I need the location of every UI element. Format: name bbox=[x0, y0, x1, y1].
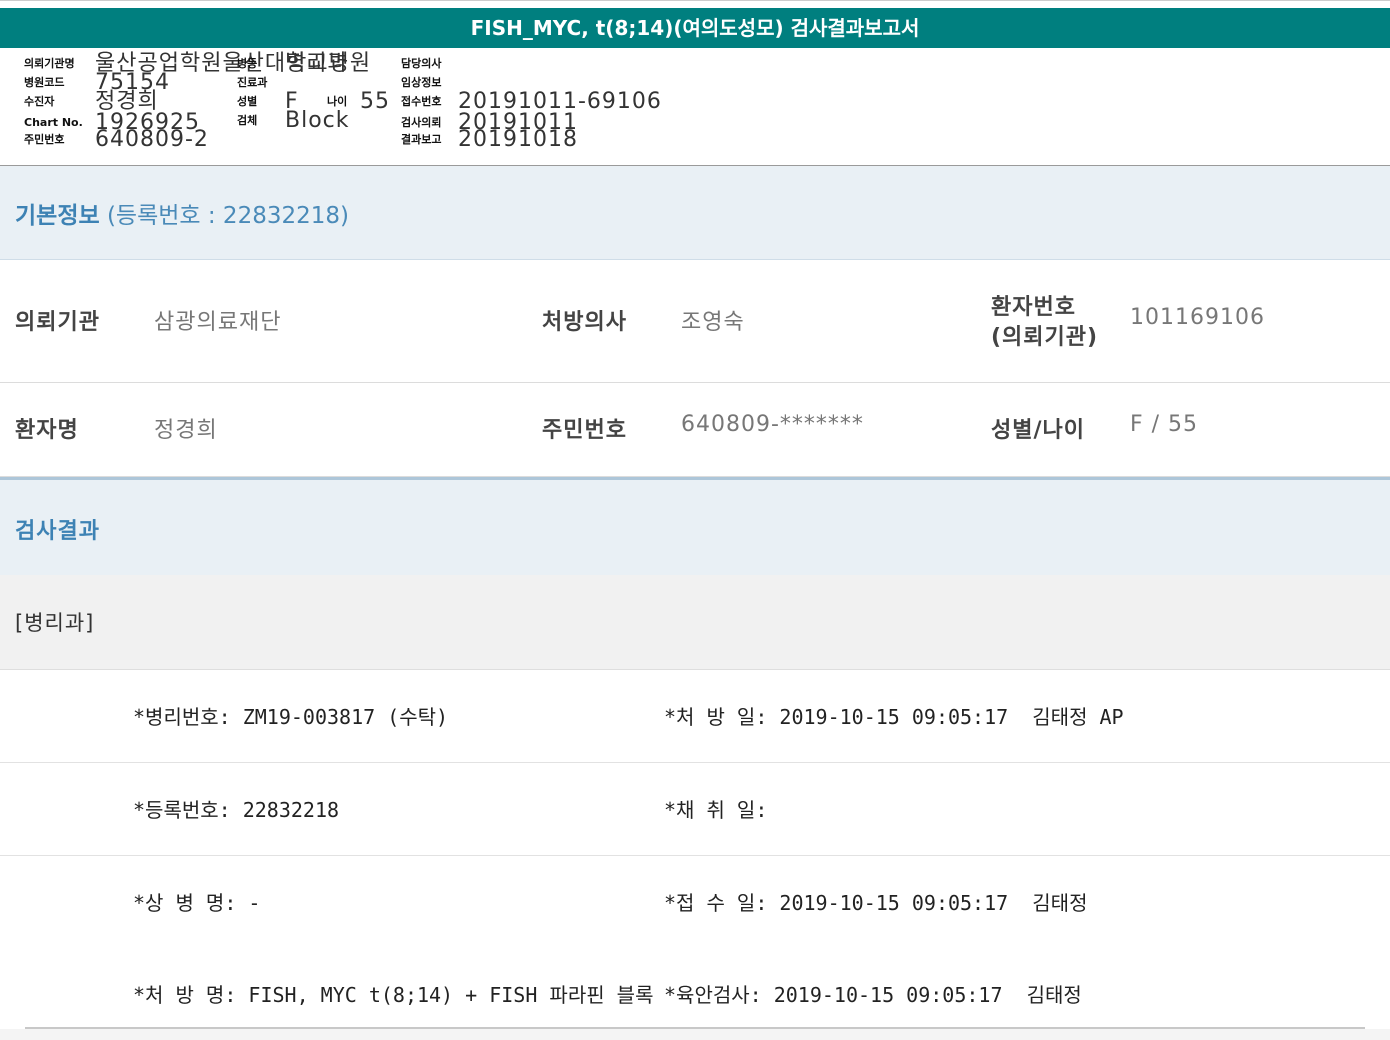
receipt-date: *접 수 일: 2019-10-15 09:05:17 김태정 bbox=[664, 891, 1088, 915]
recipient-value: 정경희 bbox=[95, 89, 159, 114]
report-header: 의뢰기관명 울산공업학원울산대학교병원 병원코드 75154 수진자 정경희 C… bbox=[0, 48, 1390, 166]
results-section: 검사결과 bbox=[0, 477, 1390, 578]
rrn-value: 640809-2 bbox=[95, 127, 209, 152]
requester-label: 의뢰기관 bbox=[15, 310, 100, 335]
ward-label: 병동 bbox=[237, 57, 258, 70]
result-row: *상 병 명: - *접 수 일: 2019-10-15 09:05:17 김태… bbox=[0, 856, 1390, 949]
clinical-label: 임상정보 bbox=[401, 76, 442, 89]
rrn-value-main: 640809-******* bbox=[681, 412, 864, 437]
chart-label: Chart No. bbox=[24, 116, 83, 129]
report-date-label: 결과보고 bbox=[401, 133, 442, 146]
department-row: [병리과] bbox=[0, 575, 1390, 670]
sex-age-label: 성별/나이 bbox=[991, 418, 1085, 443]
result-row: *등록번호: 22832218 *채 취 일: bbox=[0, 763, 1390, 856]
ward-value: 병리과 bbox=[285, 51, 349, 76]
sex-label: 성별 bbox=[237, 95, 258, 108]
age-label: 나이 bbox=[327, 95, 348, 108]
request-label: 검사의뢰 bbox=[401, 116, 442, 129]
order-name: *처 방 명: FISH, MYC t(8;14) + FISH 파라핀 블록 bbox=[133, 983, 654, 1007]
gross-exam-date: *육안검사: 2019-10-15 09:05:17 김태정 bbox=[664, 983, 1082, 1007]
prescriber-label: 처방의사 bbox=[542, 310, 627, 335]
basic-info-heading: 기본정보 (등록번호 : 22832218) bbox=[15, 196, 349, 230]
specimen-value: Block bbox=[285, 108, 350, 133]
results-title: 검사결과 bbox=[15, 519, 100, 544]
basic-info-reg: (등록번호 : 22832218) bbox=[106, 203, 349, 229]
info-row-1: 의뢰기관 삼광의료재단 처방의사 조영숙 환자번호 (의뢰기관) 1011691… bbox=[0, 260, 1390, 383]
specimen-label: 검체 bbox=[237, 114, 258, 127]
hosp-code-value: 75154 bbox=[95, 70, 170, 95]
diagnosis-name: *상 병 명: - bbox=[133, 891, 261, 915]
org-label: 의뢰기관명 bbox=[24, 57, 75, 70]
basic-info-title: 기본정보 bbox=[15, 203, 100, 229]
patient-name-label: 환자명 bbox=[15, 418, 79, 443]
registration-number: *등록번호: 22832218 bbox=[133, 798, 340, 822]
report-title: FISH_MYC, t(8;14)(여의도성모) 검사결과보고서 bbox=[470, 16, 920, 40]
age-value: 55 bbox=[360, 89, 390, 114]
sex-value: F bbox=[285, 89, 299, 114]
info-row-2: 환자명 정경희 주민번호 640809-******* 성별/나이 F / 55 bbox=[0, 383, 1390, 477]
patient-no-label: 환자번호 bbox=[991, 295, 1076, 320]
dept-label: 진료과 bbox=[237, 76, 268, 89]
requester-value: 삼광의료재단 bbox=[154, 310, 282, 335]
result-row: *처 방 명: FISH, MYC t(8;14) + FISH 파라핀 블록 … bbox=[0, 948, 1390, 1027]
result-row: *병리번호: ZM19-003817 (수탁) *처 방 일: 2019-10-… bbox=[0, 670, 1390, 763]
sex-age-value: F / 55 bbox=[1130, 412, 1199, 437]
collection-date: *채 취 일: bbox=[664, 798, 768, 822]
basic-info-section: 기본정보 (등록번호 : 22832218) bbox=[0, 166, 1390, 260]
rrn-label-main: 주민번호 bbox=[542, 418, 627, 443]
prescriber-value: 조영숙 bbox=[681, 310, 745, 335]
rrn-label: 주민번호 bbox=[24, 133, 65, 146]
hosp-code-label: 병원코드 bbox=[24, 76, 65, 89]
order-date: *처 방 일: 2019-10-15 09:05:17 김태정 AP bbox=[664, 705, 1124, 729]
receipt-value: 20191011-69106 bbox=[458, 89, 662, 114]
receipt-label: 접수번호 bbox=[401, 95, 442, 108]
patient-name-value: 정경희 bbox=[154, 418, 218, 443]
report-title-bar: FISH_MYC, t(8;14)(여의도성모) 검사결과보고서 bbox=[0, 8, 1390, 48]
department-label: [병리과] bbox=[15, 611, 95, 635]
doctor-label: 담당의사 bbox=[401, 57, 442, 70]
recipient-label: 수진자 bbox=[24, 95, 55, 108]
patient-no-sublabel: (의뢰기관) bbox=[991, 325, 1099, 350]
pathology-number: *병리번호: ZM19-003817 (수탁) bbox=[133, 705, 449, 729]
report-date-value: 20191018 bbox=[458, 127, 578, 152]
footer bbox=[0, 1029, 1390, 1040]
patient-no-value: 101169106 bbox=[1130, 305, 1265, 330]
